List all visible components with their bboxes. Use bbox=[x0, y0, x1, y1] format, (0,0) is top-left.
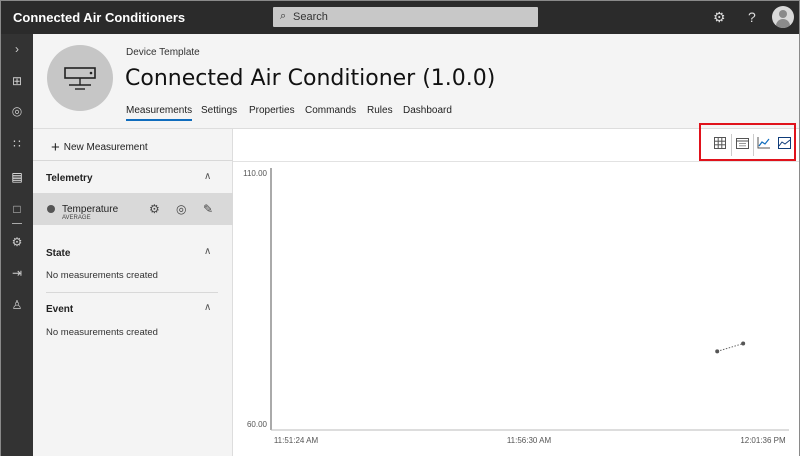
jobs-icon[interactable]: ⚙ bbox=[1, 231, 33, 253]
section-title-telemetry[interactable]: Telemetry bbox=[46, 173, 93, 184]
y-tick-label: 110.00 bbox=[243, 169, 267, 178]
measurements-panel: + New Measurement Telemetry ∧ Temperature… bbox=[33, 128, 233, 456]
search-input[interactable]: Search bbox=[293, 11, 328, 23]
device-explorer-icon[interactable]: ◎ bbox=[1, 100, 33, 122]
chart-area: 110.00 60.00 11:51:24 AM 11:56:30 AM 12:… bbox=[233, 123, 799, 456]
tab-rules[interactable]: Rules bbox=[367, 105, 393, 116]
device-sets-icon[interactable]: ∷ bbox=[1, 133, 33, 155]
measurement-name: Temperature bbox=[62, 204, 119, 215]
grid-view-icon[interactable] bbox=[711, 136, 729, 154]
divider bbox=[46, 292, 218, 293]
page-header: Device Template Connected Air Conditione… bbox=[33, 34, 799, 128]
device-templates-icon[interactable]: □ bbox=[1, 198, 33, 220]
tab-measurements[interactable]: Measurements bbox=[126, 105, 193, 121]
section-title-event[interactable]: Event bbox=[46, 304, 73, 315]
series-line bbox=[717, 343, 744, 352]
series-color-dot bbox=[47, 205, 55, 213]
image-chart-icon[interactable] bbox=[775, 136, 793, 154]
app-title[interactable]: Connected Air Conditioners bbox=[13, 10, 185, 25]
dashboard-icon[interactable]: ⊞ bbox=[1, 70, 33, 92]
chevron-up-icon[interactable]: ∧ bbox=[204, 302, 211, 313]
data-point[interactable] bbox=[741, 341, 746, 346]
avatar[interactable] bbox=[772, 6, 794, 28]
rail-divider bbox=[12, 223, 22, 224]
page-title: Connected Air Conditioner (1.0.0) bbox=[125, 66, 496, 91]
search-icon: ⌕ bbox=[280, 10, 287, 22]
x-tick-label: 12:01:36 PM bbox=[740, 436, 786, 445]
help-icon[interactable]: ? bbox=[748, 9, 756, 25]
search-box[interactable]: ⌕ Search bbox=[273, 7, 538, 27]
toolbar-divider bbox=[731, 134, 732, 156]
y-tick-label: 60.00 bbox=[247, 420, 268, 429]
gear-icon[interactable]: ⚙ bbox=[713, 9, 726, 25]
analytics-icon[interactable]: ▤ bbox=[1, 166, 33, 188]
empty-state-text: No measurements created bbox=[46, 270, 158, 281]
left-rail: › ⊞ ◎ ∷ ▤ □ ⚙ ⇥ ♙ bbox=[1, 34, 33, 456]
eye-icon[interactable]: ◎ bbox=[176, 202, 186, 216]
empty-state-text: No measurements created bbox=[46, 327, 158, 338]
divider bbox=[33, 160, 233, 161]
new-measurement-button[interactable]: + New Measurement bbox=[51, 139, 148, 156]
tab-commands[interactable]: Commands bbox=[305, 105, 356, 116]
pencil-icon[interactable]: ✎ bbox=[203, 202, 213, 216]
air-conditioner-icon bbox=[64, 67, 96, 90]
plus-icon: + bbox=[51, 139, 60, 156]
data-export-icon[interactable]: ⇥ bbox=[1, 262, 33, 284]
chevron-up-icon[interactable]: ∧ bbox=[204, 171, 211, 182]
chevron-up-icon[interactable]: ∧ bbox=[204, 246, 211, 257]
template-label: Device Template bbox=[126, 47, 200, 58]
new-measurement-label: New Measurement bbox=[63, 142, 148, 153]
gear-icon[interactable]: ⚙ bbox=[149, 202, 160, 216]
data-point[interactable] bbox=[715, 349, 720, 354]
device-template-image bbox=[47, 45, 113, 111]
chevron-right-icon[interactable]: › bbox=[1, 38, 33, 60]
measurement-aggregation: AVERAGE bbox=[62, 215, 91, 221]
x-tick-label: 11:56:30 AM bbox=[507, 436, 552, 445]
line-chart-icon[interactable] bbox=[754, 136, 772, 154]
x-tick-label: 11:51:24 AM bbox=[274, 436, 319, 445]
line-chart: 110.00 60.00 11:51:24 AM 11:56:30 AM 12:… bbox=[243, 168, 789, 445]
section-title-state[interactable]: State bbox=[46, 248, 70, 259]
top-bar: Connected Air Conditioners ⌕ Search ⚙ ? bbox=[1, 1, 799, 34]
list-item[interactable]: Temperature AVERAGE ⚙ ◎ ✎ bbox=[33, 193, 233, 225]
calendar-icon[interactable] bbox=[733, 136, 751, 154]
tab-settings[interactable]: Settings bbox=[201, 105, 237, 116]
tab-dashboard[interactable]: Dashboard bbox=[403, 105, 452, 116]
tab-properties[interactable]: Properties bbox=[249, 105, 295, 116]
administration-icon[interactable]: ♙ bbox=[1, 294, 33, 316]
